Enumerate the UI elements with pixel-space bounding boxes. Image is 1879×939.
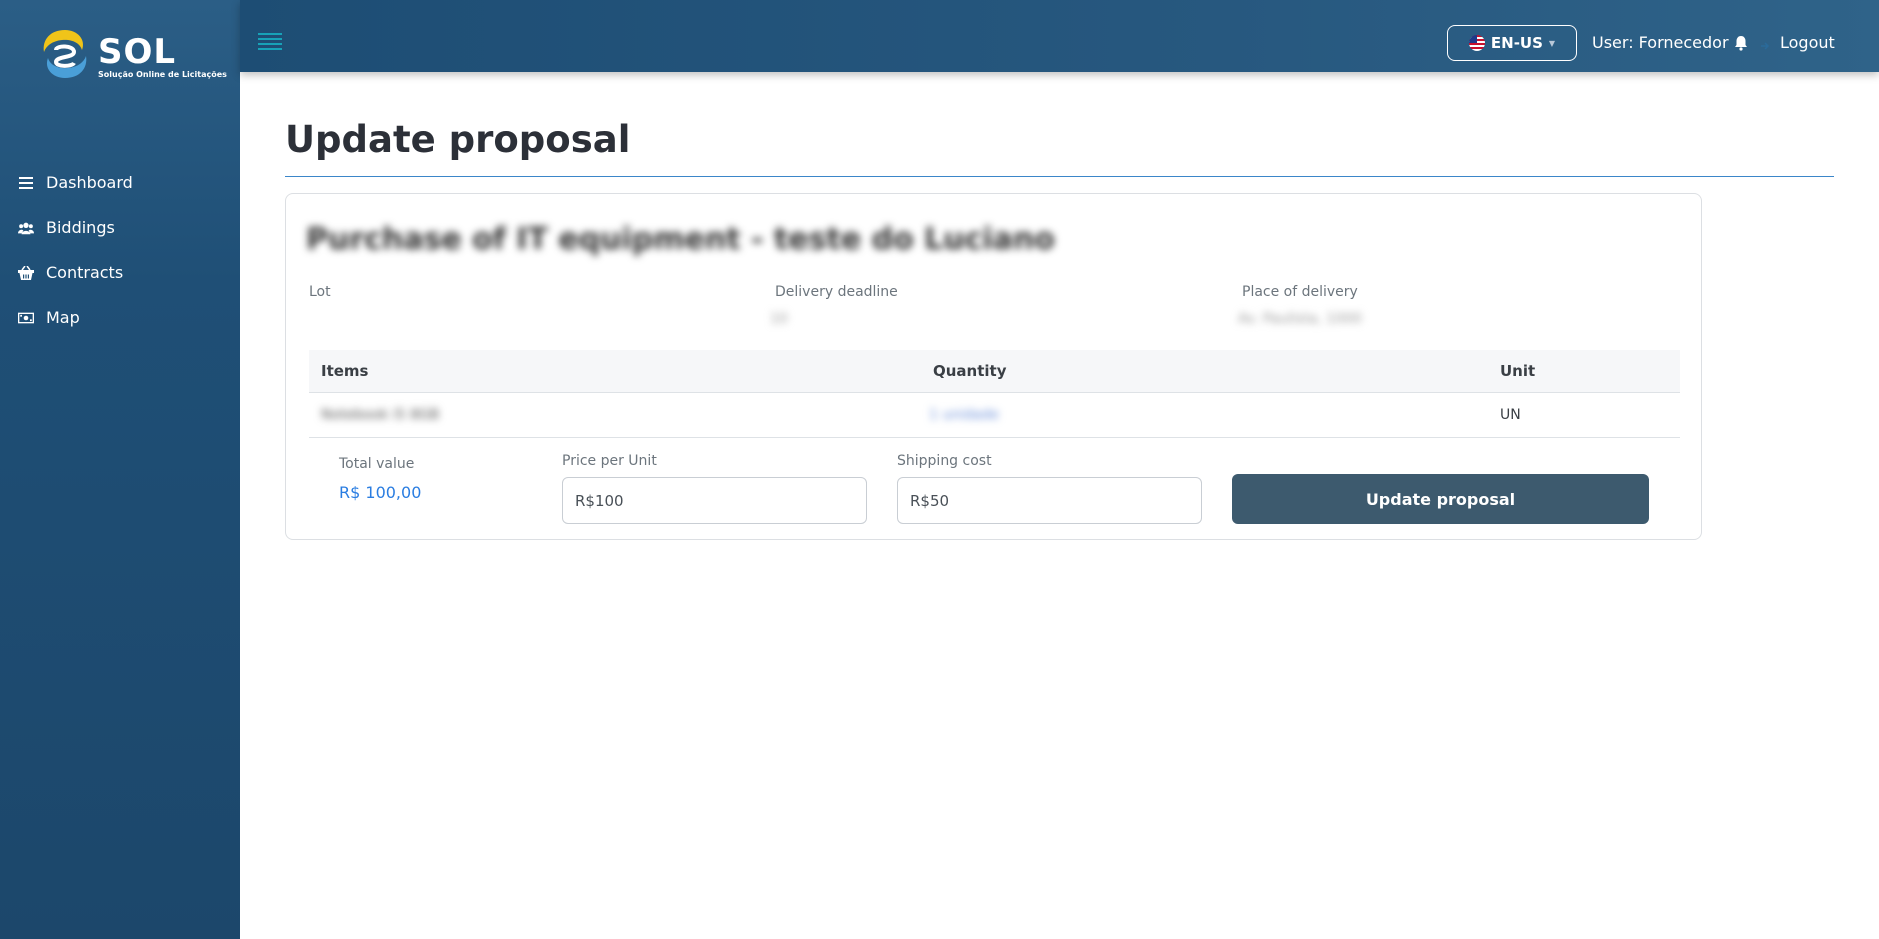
header-items: Items <box>321 362 369 380</box>
lot-label: Lot <box>309 284 331 300</box>
delivery-deadline-label: Delivery deadline <box>775 284 898 300</box>
table-row: Notebook i5 8GB 1 unidade UN <box>309 393 1680 438</box>
sidebar-item-dashboard[interactable]: Dashboard <box>0 160 240 205</box>
page-title: Update proposal <box>285 118 631 161</box>
sidebar-item-label: Biddings <box>46 218 115 237</box>
sidebar-item-map[interactable]: Map <box>0 295 240 340</box>
item-name: Notebook i5 8GB <box>321 407 440 423</box>
sidebar: SOL Solução Online de Licitações Dashboa… <box>0 0 240 939</box>
caret-down-icon: ▼ <box>1548 38 1556 48</box>
header-quantity: Quantity <box>933 362 1007 380</box>
place-of-delivery-label: Place of delivery <box>1242 284 1358 300</box>
sidebar-item-label: Map <box>46 308 80 327</box>
total-value-label: Total value <box>339 456 415 472</box>
basket-icon <box>18 265 34 281</box>
money-icon <box>18 310 34 326</box>
list-icon <box>18 175 34 191</box>
sidebar-nav: Dashboard Biddings Contracts Map <box>0 160 240 340</box>
sidebar-item-biddings[interactable]: Biddings <box>0 205 240 250</box>
sidebar-item-label: Contracts <box>46 263 124 282</box>
logout-button[interactable]: Logout <box>1760 33 1835 52</box>
proposal-card: Purchase of IT equipment - teste do Luci… <box>285 193 1702 540</box>
price-per-unit-input[interactable]: R$100 <box>562 477 867 524</box>
users-icon <box>18 220 34 236</box>
logout-icon <box>1760 37 1772 50</box>
menu-toggle-icon[interactable] <box>258 33 282 51</box>
us-flag-icon <box>1468 35 1485 51</box>
delivery-deadline-value: 10 <box>770 311 788 327</box>
proposal-title: Purchase of IT equipment - teste do Luci… <box>306 222 1055 257</box>
language-label: EN-US <box>1490 34 1543 52</box>
price-per-unit-label: Price per Unit <box>562 453 657 469</box>
brand-tagline: Solução Online de Licitações <box>98 70 227 79</box>
sol-logo[interactable]: SOL Solução Online de Licitações <box>38 26 227 86</box>
user-label: User: Fornecedor <box>1592 33 1729 52</box>
update-proposal-button[interactable]: Update proposal <box>1232 474 1649 524</box>
item-unit: UN <box>1500 407 1521 423</box>
total-value: R$ 100,00 <box>339 483 422 502</box>
table-header: Items Quantity Unit <box>309 350 1680 393</box>
item-quantity: 1 unidade <box>929 407 999 423</box>
place-of-delivery-value: Av. Paulista, 1000 <box>1238 311 1362 327</box>
bell-icon[interactable] <box>1733 35 1749 51</box>
items-table: Items Quantity Unit Notebook i5 8GB 1 un… <box>309 350 1680 438</box>
brand-name: SOL <box>98 32 177 72</box>
shipping-cost-input[interactable]: R$50 <box>897 477 1202 524</box>
sol-logo-icon <box>43 30 87 78</box>
header-unit: Unit <box>1500 362 1536 380</box>
logout-label: Logout <box>1780 33 1835 52</box>
title-divider <box>285 176 1834 177</box>
sidebar-item-label: Dashboard <box>46 173 133 192</box>
shipping-cost-label: Shipping cost <box>897 453 992 469</box>
language-selector[interactable]: EN-US ▼ <box>1447 25 1577 61</box>
topbar: EN-US ▼ User: Fornecedor Logout <box>240 0 1879 72</box>
sidebar-item-contracts[interactable]: Contracts <box>0 250 240 295</box>
